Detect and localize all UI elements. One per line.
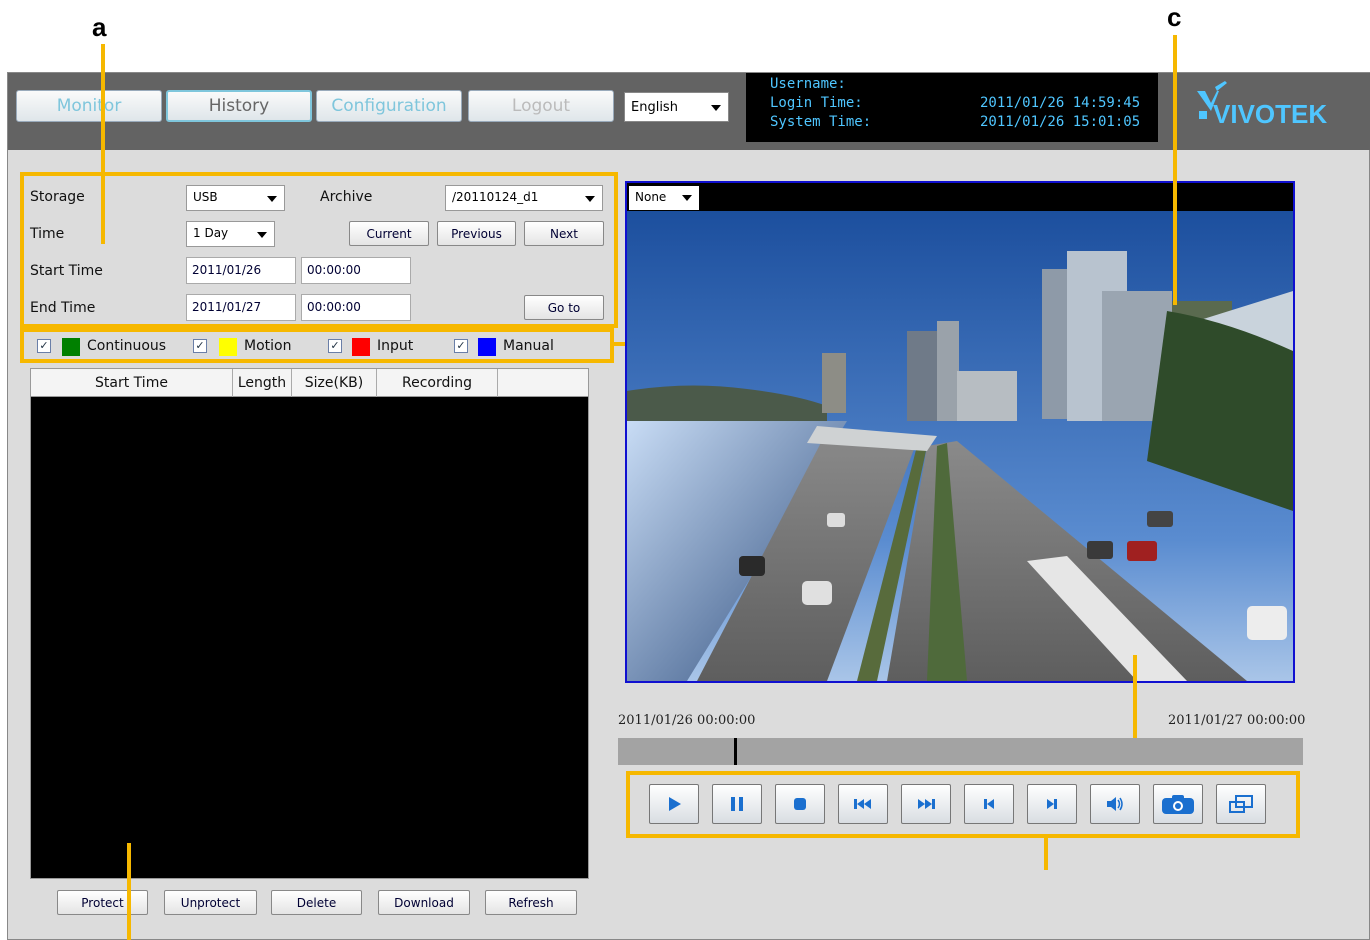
login-time-label: Login Time:	[770, 95, 863, 111]
fullscreen-icon	[1229, 795, 1253, 813]
timeline-bar[interactable]	[618, 738, 1303, 765]
language-value: English	[631, 99, 678, 115]
column-extra	[498, 369, 588, 397]
snapshot-button[interactable]	[1153, 784, 1203, 824]
language-select[interactable]: English	[624, 92, 729, 122]
configuration-button[interactable]: Configuration	[316, 90, 462, 122]
column-size[interactable]: Size(KB)	[292, 369, 377, 397]
recording-list-header: Start Time Length Size(KB) Recording	[31, 369, 588, 397]
next-frame-button[interactable]	[1027, 784, 1077, 824]
camera-scene-image	[627, 211, 1293, 681]
column-start-time[interactable]: Start Time	[31, 369, 233, 397]
delete-button[interactable]: Delete	[271, 890, 362, 915]
callout-line-a	[101, 44, 105, 244]
play-button[interactable]	[649, 784, 699, 824]
callout-a: a	[92, 12, 107, 42]
pause-icon	[731, 797, 743, 811]
history-button[interactable]: History	[166, 90, 312, 122]
speaker-icon	[1107, 797, 1123, 811]
overlay-select[interactable]: None	[629, 186, 699, 210]
protect-button[interactable]: Protect	[57, 890, 148, 915]
download-button[interactable]: Download	[378, 890, 470, 915]
callout-line-e	[1044, 838, 1048, 870]
fast-backward-icon	[854, 799, 871, 809]
monitor-button[interactable]: Monitor	[16, 90, 162, 122]
chevron-down-icon	[682, 195, 692, 201]
stop-button[interactable]	[775, 784, 825, 824]
chevron-down-icon	[711, 105, 721, 111]
timeline-start-label: 2011/01/26 00:00:00	[618, 713, 756, 728]
unprotect-button[interactable]: Unprotect	[164, 890, 257, 915]
status-box: Username: Login Time: 2011/01/26 14:59:45…	[746, 73, 1158, 142]
step-forward-icon	[1047, 799, 1057, 809]
video-toolbar: None	[627, 183, 1293, 211]
vivotek-logo: VIVOTEK	[1197, 81, 1327, 129]
previous-frame-button[interactable]	[964, 784, 1014, 824]
next-clip-button[interactable]	[901, 784, 951, 824]
recording-list[interactable]: Start Time Length Size(KB) Recording	[30, 368, 589, 879]
column-length[interactable]: Length	[233, 369, 292, 397]
top-bar: Monitor History Configuration Logout Eng…	[8, 73, 1370, 150]
callout-line-bottom	[127, 843, 131, 940]
previous-clip-button[interactable]	[838, 784, 888, 824]
system-time-value: 2011/01/26 15:01:05	[980, 114, 1141, 130]
username-label: Username:	[770, 76, 846, 92]
timeline-end-label: 2011/01/27 00:00:00	[1168, 713, 1306, 728]
volume-button[interactable]	[1090, 784, 1140, 824]
column-recording[interactable]: Recording	[377, 369, 498, 397]
callout-box-a	[20, 172, 618, 328]
fullscreen-button[interactable]	[1216, 784, 1266, 824]
callout-box-f	[20, 328, 614, 363]
system-time-label: System Time:	[770, 114, 872, 130]
play-icon	[669, 797, 681, 811]
logo-text: VIVOTEK	[1213, 99, 1327, 129]
refresh-button[interactable]: Refresh	[485, 890, 577, 915]
video-viewer[interactable]: None	[625, 181, 1295, 683]
overlay-value: None	[635, 190, 667, 204]
pause-button[interactable]	[712, 784, 762, 824]
camera-icon	[1162, 795, 1194, 814]
timeline-playhead[interactable]	[734, 738, 737, 765]
login-time-value: 2011/01/26 14:59:45	[980, 95, 1141, 111]
stop-icon	[794, 798, 806, 810]
callout-line-c	[1173, 35, 1177, 305]
step-backward-icon	[984, 799, 994, 809]
logout-button[interactable]: Logout	[468, 90, 614, 122]
callout-c: c	[1167, 2, 1182, 32]
fast-forward-icon	[918, 799, 935, 809]
